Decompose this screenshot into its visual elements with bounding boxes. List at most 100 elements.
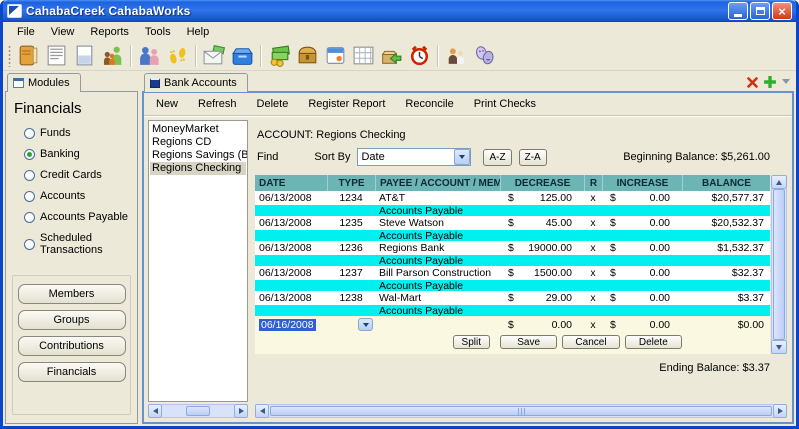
masks-icon[interactable]: [470, 43, 498, 69]
payment-card-icon[interactable]: [321, 43, 349, 69]
menu-item[interactable]: Reports: [82, 24, 137, 40]
alarm-clock-icon[interactable]: [405, 43, 433, 69]
module-option[interactable]: Accounts: [24, 190, 131, 202]
action-menu-item[interactable]: Refresh: [198, 98, 237, 110]
chevron-down-icon[interactable]: [454, 149, 470, 165]
register-row[interactable]: 06/13/2008 1238 Wal-Mart $29.00 x $0.00 …: [255, 291, 770, 316]
people-icon[interactable]: [135, 43, 163, 69]
sidebar-nav-button[interactable]: Members: [18, 284, 126, 304]
menu-item[interactable]: View: [43, 24, 83, 40]
delete-button[interactable]: Delete: [625, 335, 682, 349]
export-box-icon[interactable]: [377, 43, 405, 69]
contribution-mail-icon[interactable]: [200, 43, 228, 69]
deposit-box-icon[interactable]: [228, 43, 256, 69]
type-dropdown-icon[interactable]: [358, 318, 373, 331]
sort-ascending-button[interactable]: A-Z: [483, 149, 511, 166]
tab-overflow-chevron-icon[interactable]: [782, 79, 790, 84]
footprints-icon[interactable]: [163, 43, 191, 69]
register-pane: ACCOUNT: Regions Checking Find Sort By D…: [248, 119, 789, 419]
scroll-up-icon[interactable]: [771, 175, 787, 189]
register-table: DATE TYPE PAYEE / ACCOUNT / MEMO DECREAS…: [255, 175, 787, 354]
module-option-label: Credit Cards: [40, 169, 102, 181]
action-menu-item[interactable]: New: [156, 98, 178, 110]
action-menu-item[interactable]: Delete: [257, 98, 289, 110]
scrollbar-thumb[interactable]: [773, 189, 785, 340]
menu-item[interactable]: Tools: [137, 24, 179, 40]
app-window: CahabaCreek CahabaWorks × File View Repo…: [0, 0, 799, 429]
row-balance: $1,532.37: [682, 242, 770, 254]
account-list-hscrollbar[interactable]: [148, 404, 248, 418]
row-reconciled: x: [584, 217, 602, 229]
document-icon[interactable]: [70, 43, 98, 69]
date-input[interactable]: 06/16/2008: [259, 319, 316, 331]
minimize-button[interactable]: [728, 2, 748, 20]
sort-by-dropdown[interactable]: Date: [357, 148, 471, 166]
module-option[interactable]: Accounts Payable: [24, 211, 131, 223]
address-book-icon[interactable]: [14, 43, 42, 69]
maximize-icon: [756, 7, 765, 15]
sort-descending-button[interactable]: Z-A: [519, 149, 547, 166]
title-bar[interactable]: CahabaCreek CahabaWorks ×: [3, 0, 796, 22]
scroll-left-icon[interactable]: [148, 404, 162, 418]
family-icon[interactable]: [98, 43, 126, 69]
menu-item[interactable]: Help: [179, 24, 218, 40]
add-tab-icon[interactable]: [764, 76, 776, 88]
register-row[interactable]: 06/13/2008 1234 AT&T $125.00 x $0.00 $20…: [255, 191, 770, 216]
edit-balance: $0.00: [682, 319, 770, 331]
split-button[interactable]: Split: [453, 335, 490, 349]
register-hscrollbar[interactable]: [255, 404, 787, 418]
grid-icon[interactable]: [349, 43, 377, 69]
content-area: Modules Financials Funds Banking Credit …: [3, 71, 796, 426]
row-increase: $0.00: [602, 192, 682, 204]
account-list-item[interactable]: MoneyMarket: [150, 123, 246, 136]
close-tab-icon[interactable]: [747, 77, 758, 88]
module-option[interactable]: Banking: [24, 148, 131, 160]
module-option[interactable]: Scheduled Transactions: [24, 232, 131, 256]
register-row[interactable]: 06/13/2008 1237 Bill Parson Construction…: [255, 266, 770, 291]
module-option[interactable]: Credit Cards: [24, 169, 131, 181]
account-list-item[interactable]: Regions Savings (Bldg): [150, 149, 246, 162]
scroll-right-icon[interactable]: [234, 404, 248, 418]
save-button[interactable]: Save: [500, 335, 557, 349]
radio-icon: [24, 212, 35, 223]
money-icon[interactable]: [265, 43, 293, 69]
treasure-chest-icon[interactable]: [293, 43, 321, 69]
tab-modules[interactable]: Modules: [7, 73, 81, 92]
sidebar-nav-button[interactable]: Groups: [18, 310, 126, 330]
staff-icon[interactable]: [442, 43, 470, 69]
register-rows: 06/13/2008 1234 AT&T $125.00 x $0.00 $20…: [255, 191, 770, 316]
row-reconciled: x: [584, 292, 602, 304]
tab-bank-accounts[interactable]: Bank Accounts: [144, 73, 248, 92]
maximize-button[interactable]: [750, 2, 770, 20]
close-button[interactable]: ×: [772, 2, 792, 20]
increase-input[interactable]: $0.00: [602, 319, 682, 331]
reconciled-flag[interactable]: x: [584, 319, 602, 331]
account-list-item[interactable]: Regions Checking: [150, 162, 246, 175]
toolbar-grip[interactable]: [8, 45, 11, 67]
register-row[interactable]: 06/13/2008 1236 Regions Bank $19000.00 x…: [255, 241, 770, 266]
modules-tab-label: Modules: [28, 77, 70, 89]
sidebar-nav-button[interactable]: Contributions: [18, 336, 126, 356]
row-type: 1235: [327, 217, 375, 229]
account-list-item[interactable]: Regions CD: [150, 136, 246, 149]
register-action-bar: New Refresh Delete Register Report Recon…: [144, 93, 792, 116]
row-reconciled: x: [584, 267, 602, 279]
action-menu-item[interactable]: Register Report: [308, 98, 385, 110]
scrollbar-thumb[interactable]: [270, 406, 772, 416]
menu-item[interactable]: File: [9, 24, 43, 40]
scroll-down-icon[interactable]: [771, 340, 787, 354]
action-menu-item[interactable]: Print Checks: [474, 98, 536, 110]
module-option[interactable]: Funds: [24, 127, 131, 139]
register-edit-row: 06/16/2008 $0.00 x $0.00 $0.00: [255, 316, 770, 354]
scroll-left-icon[interactable]: [255, 404, 269, 418]
decrease-input[interactable]: $0.00: [500, 319, 584, 331]
modules-tab-icon: [13, 78, 24, 88]
sidebar-nav-button[interactable]: Financials: [18, 362, 126, 382]
scrollbar-thumb[interactable]: [186, 406, 210, 416]
register-vscrollbar[interactable]: [771, 175, 787, 354]
scroll-right-icon[interactable]: [773, 404, 787, 418]
notes-icon[interactable]: [42, 43, 70, 69]
register-row[interactable]: 06/13/2008 1235 Steve Watson $45.00 x $0…: [255, 216, 770, 241]
action-menu-item[interactable]: Reconcile: [405, 98, 453, 110]
cancel-button[interactable]: Cancel: [562, 335, 619, 349]
